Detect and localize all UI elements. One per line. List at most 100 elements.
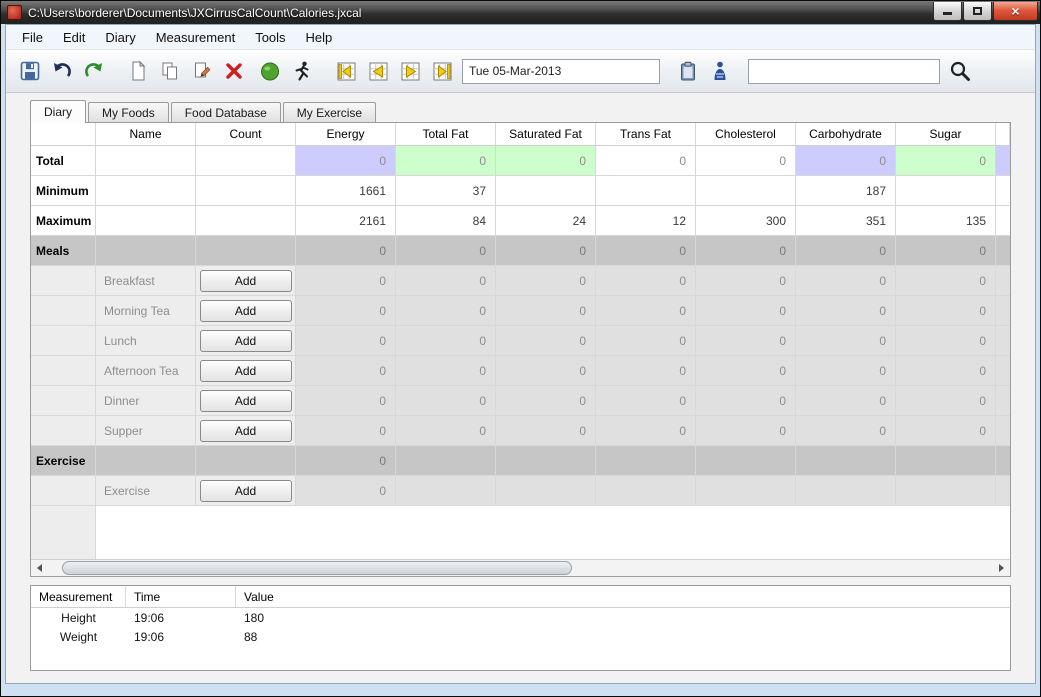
measurement-name: Height — [31, 611, 126, 625]
scrollbar-track[interactable] — [48, 560, 993, 577]
cell-saturated-fat — [496, 446, 596, 475]
first-day-button[interactable] — [330, 55, 362, 87]
app-frame: File Edit Diary Measurement Tools Help — [5, 24, 1036, 684]
cell-saturated-fat: 0 — [496, 266, 596, 295]
header-trans-fat[interactable]: Trans Fat — [596, 123, 696, 145]
cell-saturated-fat — [496, 476, 596, 505]
cell-cholesterol: 0 — [696, 236, 796, 265]
tab-food-database[interactable]: Food Database — [171, 102, 281, 122]
header-saturated-fat[interactable]: Saturated Fat — [496, 123, 596, 145]
row-label — [31, 356, 96, 385]
minimize-button[interactable] — [933, 2, 962, 21]
header-name[interactable]: Name — [96, 123, 196, 145]
cell-overflow — [996, 266, 1010, 295]
header-value[interactable]: Value — [236, 586, 1010, 607]
cell-overflow — [996, 356, 1010, 385]
cell-name: Breakfast — [96, 266, 196, 295]
date-input[interactable] — [462, 59, 660, 84]
add-exercise-button[interactable]: Add — [200, 480, 292, 502]
cell-total-fat: 84 — [396, 206, 496, 235]
scroll-left-button[interactable] — [31, 560, 48, 577]
menu-help[interactable]: Help — [296, 26, 343, 49]
copy-entry-button[interactable] — [154, 55, 186, 87]
add-lunch-button[interactable]: Add — [200, 330, 292, 352]
menu-measurement[interactable]: Measurement — [146, 26, 245, 49]
menu-diary[interactable]: Diary — [95, 26, 145, 49]
table-filler — [31, 506, 1010, 559]
header-measurement[interactable]: Measurement — [31, 586, 126, 607]
edit-entry-button[interactable] — [186, 55, 218, 87]
table-row-maximum: Maximum 2161 84 24 12 300 351 135 — [31, 206, 1010, 236]
cell-cholesterol: 0 — [696, 356, 796, 385]
redo-button[interactable] — [78, 55, 110, 87]
cell-energy: 0 — [296, 146, 396, 175]
close-button[interactable]: × — [993, 2, 1038, 21]
cell-saturated-fat: 0 — [496, 416, 596, 445]
header-cholesterol[interactable]: Cholesterol — [696, 123, 796, 145]
header-sugar[interactable]: Sugar — [896, 123, 996, 145]
scrollbar-thumb[interactable] — [62, 561, 572, 575]
tab-my-foods[interactable]: My Foods — [88, 102, 169, 122]
tab-diary[interactable]: Diary — [30, 100, 86, 123]
cell-name — [96, 236, 196, 265]
body-measurement-button[interactable] — [704, 55, 736, 87]
menu-file[interactable]: File — [12, 26, 53, 49]
cell-sugar: 0 — [896, 326, 996, 355]
maximize-button[interactable] — [963, 2, 992, 21]
measurement-row-weight[interactable]: Weight 19:06 88 — [31, 627, 1010, 646]
add-supper-button[interactable]: Add — [200, 420, 292, 442]
cell-count — [196, 206, 296, 235]
cell-name: Lunch — [96, 326, 196, 355]
add-morning-tea-button[interactable]: Add — [200, 300, 292, 322]
title-bar[interactable]: C:\Users\borderer\Documents\JXCirrusCalC… — [1, 1, 1040, 24]
add-afternoon-tea-button[interactable]: Add — [200, 360, 292, 382]
cell-count: Add — [196, 386, 296, 415]
row-label — [31, 476, 96, 505]
cell-trans-fat: 0 — [596, 386, 696, 415]
next-day-button[interactable] — [394, 55, 426, 87]
measurement-log-button[interactable] — [672, 55, 704, 87]
scroll-right-button[interactable] — [993, 560, 1010, 577]
search-button[interactable] — [944, 55, 976, 87]
cell-saturated-fat: 0 — [496, 146, 596, 175]
menu-tools[interactable]: Tools — [245, 26, 295, 49]
save-button[interactable] — [14, 55, 46, 87]
cell-trans-fat — [596, 176, 696, 205]
cell-cholesterol: 0 — [696, 326, 796, 355]
last-day-button[interactable] — [426, 55, 458, 87]
menu-edit[interactable]: Edit — [53, 26, 95, 49]
previous-day-button[interactable] — [362, 55, 394, 87]
cell-name: Exercise — [96, 476, 196, 505]
calendar-next-icon — [399, 60, 422, 83]
cell-cholesterol — [696, 446, 796, 475]
header-total-fat[interactable]: Total Fat — [396, 123, 496, 145]
horizontal-scrollbar[interactable] — [31, 559, 1010, 576]
cell-sugar: 135 — [896, 206, 996, 235]
new-entry-button[interactable] — [122, 55, 154, 87]
cell-count — [196, 446, 296, 475]
delete-entry-button[interactable] — [218, 55, 250, 87]
cell-cholesterol — [696, 176, 796, 205]
measurements-header: Measurement Time Value — [31, 586, 1010, 608]
add-dinner-button[interactable]: Add — [200, 390, 292, 412]
cell-total-fat: 0 — [396, 386, 496, 415]
cell-name — [96, 446, 196, 475]
undo-button[interactable] — [46, 55, 78, 87]
cell-trans-fat: 0 — [596, 146, 696, 175]
tab-my-exercise[interactable]: My Exercise — [283, 102, 376, 122]
header-count[interactable]: Count — [196, 123, 296, 145]
cell-overflow — [996, 236, 1010, 265]
header-time[interactable]: Time — [126, 586, 236, 607]
exercise-button[interactable] — [286, 55, 318, 87]
add-breakfast-button[interactable]: Add — [200, 270, 292, 292]
search-input[interactable] — [748, 59, 940, 84]
cell-name — [96, 146, 196, 175]
measurement-row-height[interactable]: Height 19:06 180 — [31, 608, 1010, 627]
cell-count — [196, 146, 296, 175]
row-label — [31, 416, 96, 445]
new-document-icon — [127, 60, 149, 82]
food-button[interactable] — [254, 55, 286, 87]
cell-sugar: 0 — [896, 296, 996, 325]
header-energy[interactable]: Energy — [296, 123, 396, 145]
header-carbohydrate[interactable]: Carbohydrate — [796, 123, 896, 145]
